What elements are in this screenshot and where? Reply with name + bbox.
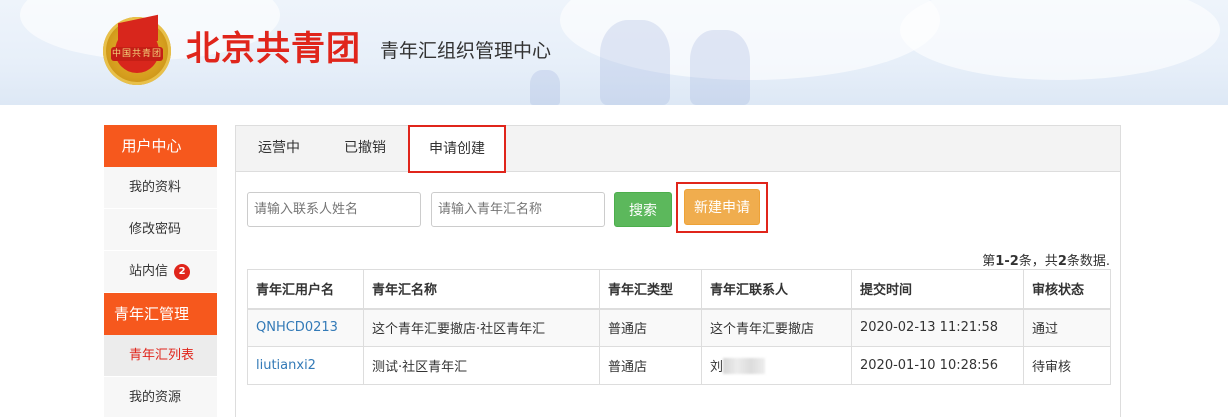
cell-submit-time: 2020-01-10 10:28:56 (851, 346, 1024, 385)
contact-name-input[interactable] (247, 192, 421, 227)
cell-contact: 刘 (701, 346, 852, 385)
sidebar-item-label: 站内信 (129, 264, 169, 279)
cell-club-name: 测试·社区青年汇 (363, 346, 600, 385)
column-header-contact: 青年汇联系人 (701, 269, 852, 310)
sidebar-item-my-profile[interactable]: 我的资料 (104, 167, 217, 209)
header-figure (600, 20, 670, 105)
sidebar-item-youth-club-list[interactable]: 青年汇列表 (104, 335, 217, 377)
cell-review-status: 通过 (1023, 308, 1111, 347)
contact-name-text: 刘 (710, 360, 724, 375)
header-figure (690, 30, 750, 105)
cell-submit-time: 2020-02-13 11:21:58 (851, 308, 1024, 347)
column-header-submit-time: 提交时间 (851, 269, 1024, 310)
sidebar-section-youth-club-management: 青年汇管理 (104, 293, 217, 335)
cell-contact: 这个青年汇要撤店 (701, 308, 852, 347)
search-button[interactable]: 搜索 (614, 192, 672, 227)
tab-revoked[interactable]: 已撤销 (344, 126, 386, 172)
tab-apply-create[interactable]: 申请创建 (408, 125, 506, 173)
applications-table: 青年汇用户名 青年汇名称 青年汇类型 青年汇联系人 提交时间 审核状态 QNHC… (247, 269, 1111, 385)
cell-club-type: 普通店 (599, 308, 702, 347)
sidebar-item-label: 修改密码 (129, 222, 182, 237)
username-link[interactable]: liutianxi2 (256, 358, 316, 373)
header-figure (530, 70, 560, 105)
username-link[interactable]: QNHCD0213 (256, 320, 338, 335)
column-header-club-name: 青年汇名称 (363, 269, 600, 310)
new-application-button[interactable]: 新建申请 (684, 189, 760, 225)
column-header-username: 青年汇用户名 (247, 269, 364, 310)
column-header-review-status: 审核状态 (1023, 269, 1111, 310)
table-row: liutianxi2 测试·社区青年汇 普通店 刘 2020-01-10 10:… (247, 346, 1111, 385)
sidebar-item-label: 我的资料 (129, 180, 182, 195)
highlight-frame: 新建申请 (676, 182, 768, 233)
emblem-band: 中国共青团 (111, 47, 163, 61)
league-emblem-logo: 中国共青团 (103, 14, 171, 85)
cell-review-status: 待审核 (1023, 346, 1111, 385)
cell-club-name: 这个青年汇要撤店·社区青年汇 (363, 308, 600, 347)
cell-username: liutianxi2 (247, 346, 364, 385)
result-summary: 第1-2条，共2条数据. (982, 254, 1110, 269)
sidebar: 用户中心 我的资料 修改密码 站内信 2 青年汇管理 青年汇列表 我的资源 (104, 125, 217, 417)
sidebar-item-my-resources[interactable]: 我的资源 (104, 377, 217, 417)
sidebar-item-label: 青年汇列表 (129, 348, 195, 363)
tab-bar: 运营中 已撤销 申请创建 (236, 125, 1120, 173)
club-name-input[interactable] (431, 192, 605, 227)
sidebar-item-inbox[interactable]: 站内信 2 (104, 251, 217, 293)
cell-club-type: 普通店 (599, 346, 702, 385)
brand-title: 北京共青团 (186, 29, 361, 69)
column-header-club-type: 青年汇类型 (599, 269, 702, 310)
tab-operating[interactable]: 运营中 (258, 126, 300, 172)
header-cloud (900, 0, 1220, 80)
table-header-row: 青年汇用户名 青年汇名称 青年汇类型 青年汇联系人 提交时间 审核状态 (247, 269, 1111, 310)
page-subtitle: 青年汇组织管理中心 (380, 40, 552, 62)
sidebar-section-user-center: 用户中心 (104, 125, 217, 167)
redacted-blur (723, 358, 766, 374)
cell-username: QNHCD0213 (247, 308, 364, 347)
main-panel: 运营中 已撤销 申请创建 搜索 新建申请 第1-2条，共2条数据. 青年汇用户名… (235, 125, 1121, 417)
table-row: QNHCD0213 这个青年汇要撤店·社区青年汇 普通店 这个青年汇要撤店 20… (247, 308, 1111, 347)
sidebar-item-change-password[interactable]: 修改密码 (104, 209, 217, 251)
page-header: 中国共青团 北京共青团 青年汇组织管理中心 (0, 0, 1228, 105)
unread-count-badge: 2 (174, 264, 191, 280)
sidebar-item-label: 我的资源 (129, 390, 182, 405)
